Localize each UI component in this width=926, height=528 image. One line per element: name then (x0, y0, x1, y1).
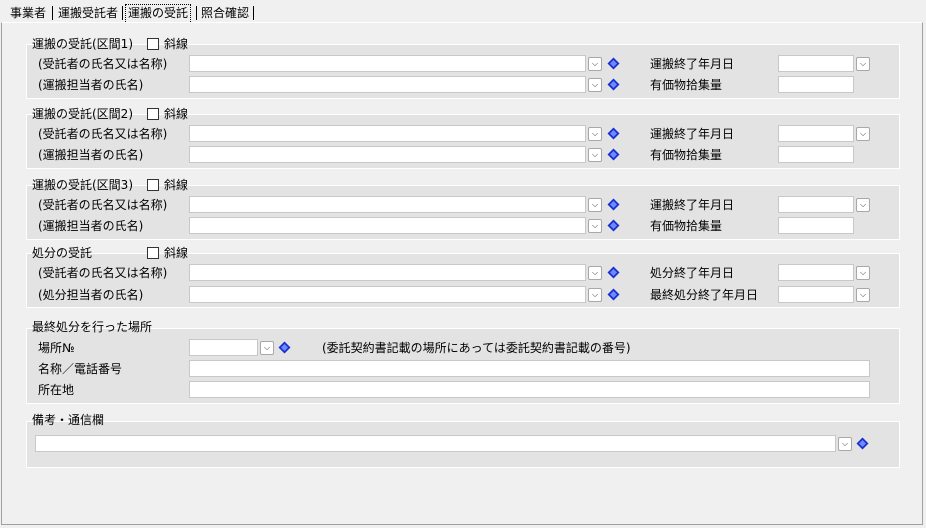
valuables-quantity-label: 有価物拾集量 (650, 219, 723, 233)
chevron-down-icon[interactable]: ⌵ (588, 266, 602, 280)
disposal-staff-label: (処分担当者の氏名) (38, 288, 144, 302)
contractor-name-input[interactable] (189, 55, 586, 72)
transport-staff-label: (運搬担当者の氏名) (38, 148, 144, 162)
contractor-name-input[interactable] (189, 125, 586, 142)
diamond-lookup-icon[interactable] (607, 266, 620, 279)
chevron-down-icon[interactable]: ⌵ (588, 127, 602, 141)
disposal-end-date-label: 処分終了年月日 (650, 266, 735, 280)
diamond-lookup-icon[interactable] (856, 437, 869, 450)
place-no-note: (委託契約書記載の場所にあっては委託契約書記載の番号) (322, 341, 631, 355)
diamond-lookup-icon[interactable] (607, 127, 620, 140)
valuables-quantity-label: 有価物拾集量 (650, 148, 723, 162)
diamond-lookup-icon[interactable] (278, 341, 291, 354)
chevron-down-icon[interactable]: ⌵ (588, 78, 602, 92)
tab-transport-consignment[interactable]: 運搬の受託 (125, 4, 192, 24)
chevron-down-icon[interactable]: ⌵ (588, 148, 602, 162)
chevron-down-icon[interactable]: ⌵ (588, 219, 602, 233)
hatch-checkbox[interactable] (147, 179, 159, 191)
chevron-down-icon[interactable]: ⌵ (588, 288, 602, 302)
tab-separator (122, 6, 123, 20)
diamond-lookup-icon[interactable] (607, 148, 620, 161)
end-date-input[interactable] (778, 196, 854, 213)
chevron-down-icon[interactable]: ⌵ (260, 341, 274, 355)
final-disposal-end-date-input[interactable] (778, 286, 854, 303)
section-title: 運搬の受託(区間1) (32, 37, 133, 51)
chevron-down-icon[interactable]: ⌵ (588, 57, 602, 71)
hatch-checkbox[interactable] (147, 108, 159, 120)
end-date-label: 運搬終了年月日 (650, 57, 735, 71)
valuables-quantity-input[interactable] (778, 76, 854, 93)
transport-staff-label: (運搬担当者の氏名) (38, 219, 144, 233)
end-date-input[interactable] (778, 125, 854, 142)
section-title: 処分の受託 (32, 246, 93, 260)
contractor-name-label: (受託者の氏名又は名称) (38, 127, 168, 141)
section-title: 運搬の受託(区間2) (32, 107, 133, 121)
section-title: 最終処分を行った場所 (32, 320, 153, 334)
diamond-lookup-icon[interactable] (607, 198, 620, 211)
transport-staff-label: (運搬担当者の氏名) (38, 78, 144, 92)
name-phone-label: 名称／電話番号 (38, 362, 123, 376)
transport-staff-input[interactable] (189, 146, 586, 163)
disposal-staff-input[interactable] (189, 286, 586, 303)
chevron-down-icon[interactable]: ⌵ (856, 288, 870, 302)
contractor-name-input[interactable] (189, 196, 586, 213)
tab-separator (52, 6, 53, 20)
tab-separator (196, 6, 197, 20)
contractor-name-input[interactable] (189, 264, 586, 281)
disposal-end-date-input[interactable] (778, 264, 854, 281)
tab-transport-contractor[interactable]: 運搬受託者 (56, 4, 120, 22)
hatch-checkbox-label: 斜線 (164, 178, 189, 192)
tab-verification[interactable]: 照合確認 (199, 4, 251, 22)
transport-staff-input[interactable] (189, 217, 586, 234)
section-title: 備考・通信欄 (32, 413, 105, 427)
name-phone-input[interactable] (189, 360, 870, 377)
valuables-quantity-input[interactable] (778, 217, 854, 234)
diamond-lookup-icon[interactable] (607, 288, 620, 301)
remarks-input[interactable] (35, 435, 836, 452)
diamond-lookup-icon[interactable] (607, 219, 620, 232)
chevron-down-icon[interactable]: ⌵ (856, 127, 870, 141)
hatch-checkbox[interactable] (147, 247, 159, 259)
place-no-input[interactable] (189, 339, 258, 356)
end-date-label: 運搬終了年月日 (650, 127, 735, 141)
valuables-quantity-input[interactable] (778, 146, 854, 163)
diamond-lookup-icon[interactable] (607, 78, 620, 91)
contractor-name-label: (受託者の氏名又は名称) (38, 57, 168, 71)
contractor-name-label: (受託者の氏名又は名称) (38, 198, 168, 212)
end-date-input[interactable] (778, 55, 854, 72)
diamond-lookup-icon[interactable] (607, 57, 620, 70)
hatch-checkbox-label: 斜線 (164, 37, 189, 51)
hatch-checkbox-label: 斜線 (164, 246, 189, 260)
address-input[interactable] (189, 381, 870, 398)
address-label: 所在地 (38, 383, 75, 397)
section-title: 運搬の受託(区間3) (32, 178, 133, 192)
chevron-down-icon[interactable]: ⌵ (838, 437, 852, 451)
tab-business-operator[interactable]: 事業者 (8, 4, 48, 22)
final-disposal-end-date-label: 最終処分終了年月日 (650, 288, 759, 302)
chevron-down-icon[interactable]: ⌵ (856, 57, 870, 71)
end-date-label: 運搬終了年月日 (650, 198, 735, 212)
chevron-down-icon[interactable]: ⌵ (856, 198, 870, 212)
hatch-checkbox[interactable] (147, 38, 159, 50)
place-no-label: 場所№ (38, 341, 75, 355)
tab-separator (253, 6, 254, 20)
contractor-name-label: (受託者の氏名又は名称) (38, 266, 168, 280)
chevron-down-icon[interactable]: ⌵ (856, 266, 870, 280)
chevron-down-icon[interactable]: ⌵ (588, 198, 602, 212)
transport-staff-input[interactable] (189, 76, 586, 93)
valuables-quantity-label: 有価物拾集量 (650, 78, 723, 92)
hatch-checkbox-label: 斜線 (164, 107, 189, 121)
